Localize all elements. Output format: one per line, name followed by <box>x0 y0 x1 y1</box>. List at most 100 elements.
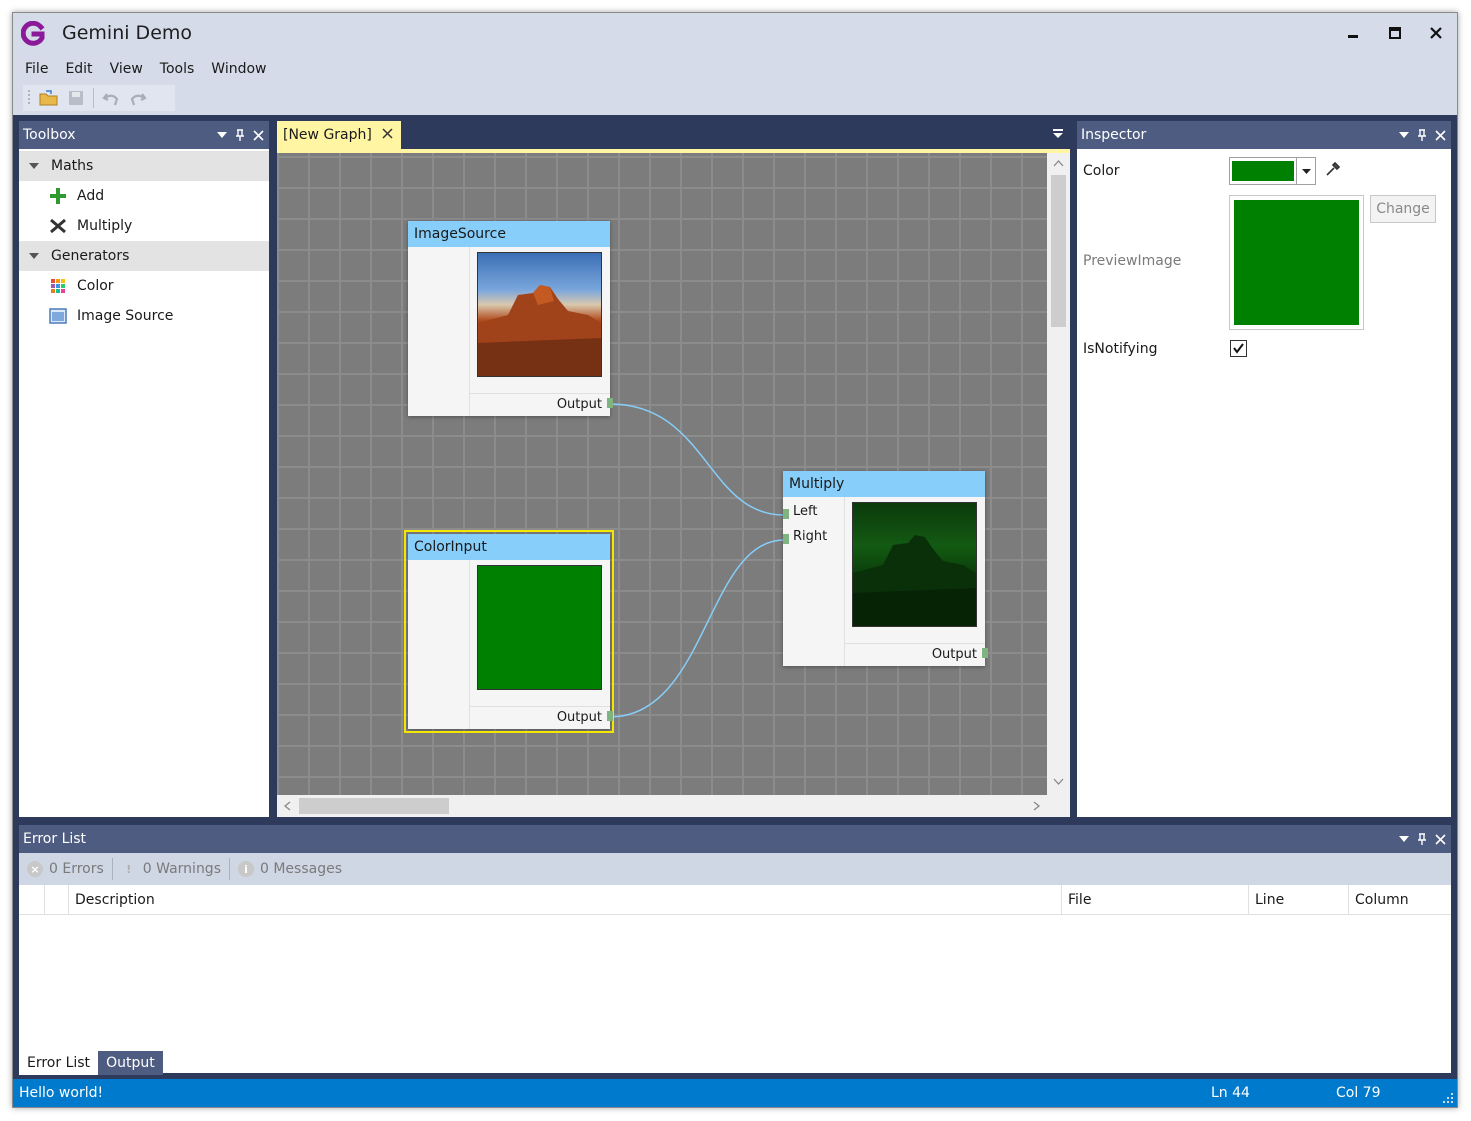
menu-bar: File Edit View Tools Window <box>13 57 277 81</box>
output-port[interactable] <box>607 711 613 721</box>
pin-icon[interactable] <box>1415 832 1429 846</box>
column-severity[interactable] <box>19 885 45 915</box>
open-button[interactable] <box>37 86 61 110</box>
errors-count: 0 Errors <box>49 861 104 877</box>
redo-button[interactable] <box>126 86 150 110</box>
color-preview <box>477 565 602 690</box>
node-divider <box>470 393 610 394</box>
isnotifying-checkbox[interactable] <box>1230 340 1247 357</box>
change-button[interactable]: Change <box>1370 195 1436 223</box>
toolbox-item-add[interactable]: Add <box>19 181 269 211</box>
menu-window[interactable]: Window <box>204 57 273 81</box>
menu-view[interactable]: View <box>103 57 150 81</box>
panel-dropdown-icon[interactable] <box>1397 128 1411 142</box>
group-label: Maths <box>51 158 94 174</box>
minimize-icon <box>1348 35 1358 38</box>
graph-canvas[interactable]: ImageSource Output ColorInput Output Mul… <box>277 153 1047 795</box>
error-list-title: Error List <box>23 831 87 847</box>
tab-output[interactable]: Output <box>98 1051 163 1075</box>
input-port-left[interactable] <box>783 509 789 519</box>
color-picker[interactable] <box>1229 157 1316 185</box>
vertical-scrollbar[interactable] <box>1047 153 1070 795</box>
preview-image <box>1234 200 1359 325</box>
pin-icon[interactable] <box>233 128 247 142</box>
checkmark-icon <box>1233 343 1244 354</box>
node-color-input[interactable]: ColorInput Output <box>404 530 614 733</box>
menu-tools[interactable]: Tools <box>153 57 202 81</box>
resize-grip-icon[interactable] <box>1441 1091 1455 1105</box>
document-menu-icon[interactable] <box>1052 127 1064 143</box>
status-column: Col 79 <box>1336 1085 1381 1101</box>
scroll-thumb[interactable] <box>1051 175 1066 327</box>
panel-dropdown-icon[interactable] <box>1397 832 1411 846</box>
scroll-right-icon[interactable] <box>1029 795 1043 817</box>
node-image-source[interactable]: ImageSource Output <box>408 221 613 416</box>
close-button[interactable] <box>1418 19 1454 47</box>
toolbox-group-maths[interactable]: Maths <box>19 151 269 181</box>
close-tab-icon[interactable] <box>382 127 393 143</box>
output-label: Output <box>556 710 602 725</box>
error-filter-bar: × 0 Errors ! 0 Warnings i 0 Messages <box>19 853 1451 885</box>
toolbar-separator <box>93 88 94 108</box>
save-button[interactable] <box>64 86 88 110</box>
redo-icon <box>130 93 147 106</box>
save-icon <box>69 91 83 105</box>
main-toolbar <box>23 85 175 111</box>
input-left-label: Left <box>793 504 818 519</box>
menu-edit[interactable]: Edit <box>58 57 99 81</box>
scroll-thumb[interactable] <box>299 798 449 814</box>
scroll-down-icon[interactable] <box>1047 775 1070 789</box>
node-multiply[interactable]: Multiply Left Right Output <box>783 471 988 666</box>
toolbox-item-multiply[interactable]: Multiply <box>19 211 269 241</box>
toolbox-item-image-source[interactable]: Image Source <box>19 301 269 331</box>
toolbox-header: Toolbox <box>19 121 269 149</box>
toolbox-group-generators[interactable]: Generators <box>19 241 269 271</box>
output-label: Output <box>931 647 977 662</box>
expand-arrow-icon <box>29 163 39 169</box>
close-icon <box>1430 27 1442 39</box>
close-panel-icon[interactable] <box>1433 832 1447 846</box>
output-port[interactable] <box>607 398 613 408</box>
chevron-down-icon <box>1301 168 1311 174</box>
color-label: Color <box>1083 163 1120 179</box>
column-column[interactable]: Column <box>1349 885 1449 915</box>
pin-icon[interactable] <box>1415 128 1429 142</box>
document-area: [New Graph] ImageSource Output ColorInpu… <box>277 121 1070 817</box>
minimize-button[interactable] <box>1335 19 1371 47</box>
column-index[interactable] <box>45 885 69 915</box>
close-panel-icon[interactable] <box>251 128 265 142</box>
warnings-count: 0 Warnings <box>142 861 221 877</box>
isnotifying-label: IsNotifying <box>1083 341 1158 357</box>
menu-file[interactable]: File <box>18 57 55 81</box>
input-port-right[interactable] <box>783 534 789 544</box>
error-grid-header: Description File Line Column <box>19 885 1451 915</box>
maximize-button[interactable] <box>1377 19 1413 47</box>
expand-arrow-icon <box>29 253 39 259</box>
horizontal-scrollbar[interactable] <box>277 795 1070 817</box>
column-line[interactable]: Line <box>1249 885 1349 915</box>
tab-new-graph[interactable]: [New Graph] <box>277 121 401 149</box>
status-message: Hello world! <box>19 1085 104 1101</box>
open-folder-icon <box>39 90 58 106</box>
column-file[interactable]: File <box>1062 885 1249 915</box>
messages-filter[interactable]: i 0 Messages <box>238 858 350 880</box>
tab-error-list[interactable]: Error List <box>19 1051 99 1075</box>
column-description[interactable]: Description <box>69 885 1062 915</box>
item-label: Multiply <box>77 218 133 234</box>
toolbox-panel: Toolbox Maths Add Multiply Generators Co… <box>19 121 269 817</box>
close-panel-icon[interactable] <box>1433 128 1447 142</box>
warnings-filter[interactable]: ! 0 Warnings <box>121 858 230 880</box>
scroll-left-icon[interactable] <box>281 795 295 817</box>
output-port[interactable] <box>982 648 988 658</box>
panel-dropdown-icon[interactable] <box>215 128 229 142</box>
status-line: Ln 44 <box>1211 1085 1250 1101</box>
scroll-up-icon[interactable] <box>1047 157 1070 171</box>
color-dropdown-button[interactable] <box>1296 158 1315 184</box>
node-divider <box>845 643 985 644</box>
error-list-panel: Error List × 0 Errors ! 0 Warnings i 0 M… <box>19 825 1451 1073</box>
inspector-header: Inspector <box>1077 121 1451 149</box>
toolbox-item-color[interactable]: Color <box>19 271 269 301</box>
eyedropper-icon[interactable] <box>1325 161 1341 177</box>
undo-button[interactable] <box>99 86 123 110</box>
errors-filter[interactable]: × 0 Errors <box>27 858 113 880</box>
